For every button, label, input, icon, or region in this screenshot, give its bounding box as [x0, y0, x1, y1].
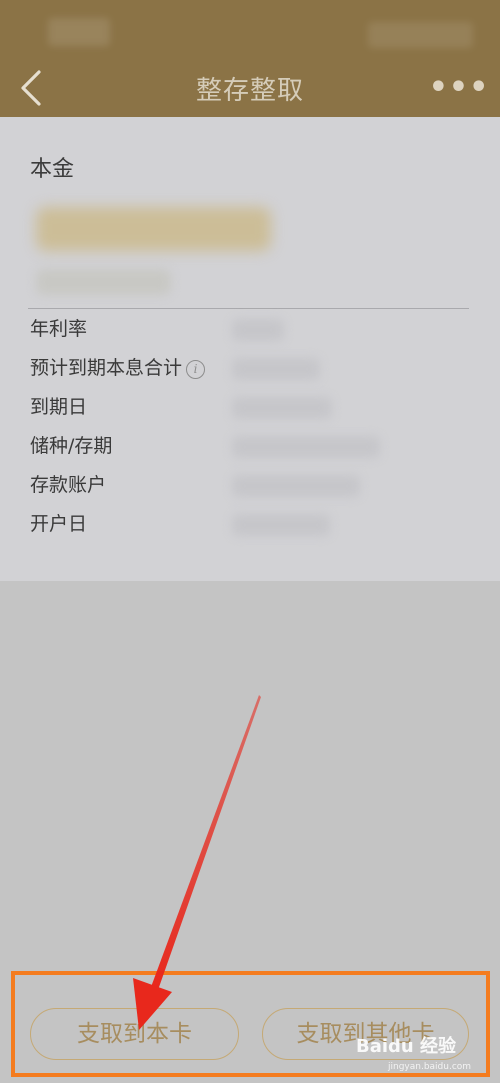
detail-value	[232, 319, 284, 341]
watermark: Baidu 经验	[356, 1036, 457, 1057]
detail-value	[232, 436, 380, 458]
ellipsis-icon: •••	[428, 70, 490, 105]
page-title: 整存整取	[195, 76, 304, 106]
detail-label: 储种/存期	[30, 435, 113, 457]
detail-row-annual-rate: 年利率	[0, 311, 500, 347]
detail-value	[232, 397, 332, 419]
detail-label: 年利率	[30, 318, 88, 340]
divider	[28, 308, 469, 309]
detail-label: 预计到期本息合计	[30, 357, 183, 379]
detail-row-deposit-type-term: 储种/存期	[0, 428, 500, 464]
detail-label-with-info: 预计到期本息合计 i	[30, 350, 206, 386]
info-icon[interactable]: i	[186, 360, 206, 379]
detail-row-maturity-date: 到期日	[0, 389, 500, 425]
principal-label: 本金	[30, 157, 75, 182]
detail-row-deposit-account: 存款账户	[0, 467, 500, 503]
withdraw-to-this-card-button[interactable]: 支取到本卡	[30, 1008, 239, 1060]
more-options-button[interactable]: •••	[429, 73, 489, 103]
detail-label: 到期日	[30, 396, 88, 418]
detail-value	[232, 475, 360, 497]
detail-value	[232, 514, 330, 536]
principal-sub-text	[36, 269, 171, 295]
detail-row-maturity-total: 预计到期本息合计 i	[0, 350, 500, 386]
status-bar-time-blurred	[48, 18, 110, 46]
deposit-detail-card: 本金 年利率 预计到期本息合计 i 到期日 储种/存期 存款账户 开户日	[0, 117, 500, 581]
detail-label: 开户日	[30, 513, 88, 535]
principal-amount	[36, 207, 271, 251]
arrow-shaft	[151, 695, 261, 990]
detail-label: 存款账户	[30, 474, 107, 496]
watermark-url: jingyan.baidu.com	[388, 1062, 472, 1072]
nav-header: 整存整取 •••	[0, 0, 500, 117]
detail-value	[232, 358, 320, 380]
detail-row-open-date: 开户日	[0, 506, 500, 542]
status-bar-indicators-blurred	[368, 22, 473, 48]
